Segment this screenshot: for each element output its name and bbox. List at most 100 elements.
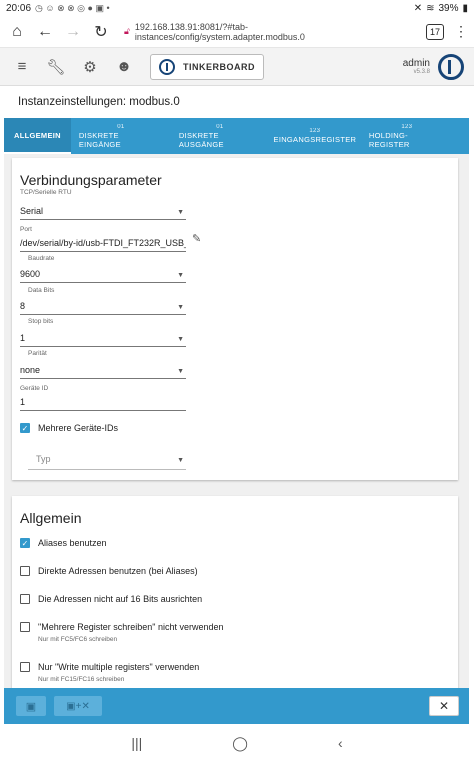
tab-type-icon: 01 [216,123,224,130]
app-header: ≡ 🔧︎ ⚙ ☻ TINKERBOARD admin v5.3.8 [0,48,474,86]
battery-icon: ▮ [462,2,468,14]
dropdown-arrow-icon: ▼ [177,336,184,343]
status-right: ✕ ≋ 39% ▮ [414,3,468,14]
typ-select[interactable]: Typ ▼ [28,454,186,470]
home-nav-icon[interactable]: ◯ [232,735,248,752]
only-multi-write-checkbox-row[interactable]: Nur "Write multiple registers" verwenden [20,662,199,672]
dropdown-arrow-icon: ▼ [177,304,184,311]
parity-value: none [20,365,41,375]
gear-icon[interactable]: ⚙ [78,55,102,79]
edit-pencil-icon[interactable]: ✎ [192,232,201,245]
settings-content: Verbindungsparameter TCP/Serielle RTU Se… [4,154,469,696]
tab-label: ALLGEMEIN [14,130,61,140]
connection-card: Verbindungsparameter TCP/Serielle RTU Se… [12,158,458,480]
tab-discrete-inputs[interactable]: 01 DISKRETE EINGÄNGE [71,118,171,154]
stopbits-select[interactable]: 1 ▼ [20,333,186,347]
tab-input-registers[interactable]: 123 EINGANGSREGISTER [269,118,361,154]
hamburger-menu-icon[interactable]: ≡ [10,55,34,79]
type-select[interactable]: Serial ▼ [20,206,186,220]
parity-select[interactable]: none ▼ [20,365,186,379]
deviceid-input[interactable]: 1 [20,397,186,411]
tab-count-button[interactable]: 17 [426,23,444,40]
mute-icon: ✕ [413,2,423,14]
only-multi-write-checkbox[interactable] [20,662,30,672]
app-version: v5.3.8 [413,69,430,75]
parity-label: Parität [28,350,47,357]
url-bar[interactable]: 🔓︎ 192.168.138.91:8081/?#tab-instances/c… [124,20,410,44]
baud-label: Baudrate [28,255,55,262]
system-nav-bar: ||| ◯ ‹ [0,728,474,758]
page-title: Instanzeinstellungen: modbus.0 [18,96,180,108]
only-multi-write-label: Nur "Write multiple registers" verwenden [38,662,200,672]
multi-ids-checkbox-row[interactable]: ✓ Mehrere Geräte-IDs [20,423,118,433]
no-multi-write-label: "Mehrere Register schreiben" nicht verwe… [38,622,224,632]
tab-label: EINGANGSREGISTER [273,135,357,144]
stopbits-value: 1 [20,333,26,343]
url-text: 192.168.138.91:8081/?#tab-instances/conf… [134,21,305,42]
save-icon: ▣ [25,700,37,713]
dropdown-arrow-icon: ▼ [177,209,184,216]
recent-apps-icon[interactable]: ||| [131,735,142,751]
browser-toolbar: ⌂ ← → ↻ 🔓︎ 192.168.138.91:8081/?#tab-ins… [0,16,474,48]
save-close-button[interactable]: ▣+✕ [54,696,102,716]
back-nav-icon[interactable]: ‹ [338,735,343,751]
close-icon: ✕ [438,699,450,713]
back-icon[interactable]: ← [34,21,56,43]
direct-addr-checkbox-row[interactable]: Direkte Adressen benutzen (bei Aliases) [20,566,198,576]
no-align-checkbox[interactable] [20,594,30,604]
tab-bar: ALLGEMEIN 01 DISKRETE EINGÄNGE 01 DISKRE… [4,118,469,154]
deviceid-value: 1 [20,397,26,407]
bottom-toolbar: ▣ ▣+✕ ✕ [4,688,469,724]
no-multi-write-checkbox-row[interactable]: "Mehrere Register schreiben" nicht verwe… [20,622,223,632]
tab-holding-registers[interactable]: 123 HOLDING-REGISTER [361,118,453,154]
stopbits-label: Stop bits [28,318,54,325]
dropdown-arrow-icon: ▼ [177,272,184,279]
general-card: Allgemein ✓ Aliases benutzen Direkte Adr… [12,496,458,696]
no-multi-write-checkbox[interactable] [20,622,30,632]
status-bar: 20:06 ◷ ☺ ⊗ ⊗ ◎ ● ▣ • ✕ ≋ 39% ▮ [0,0,474,16]
wrench-icon[interactable]: 🔧︎ [44,55,68,79]
iobroker-logo-icon [159,58,175,75]
menu-dots-icon[interactable]: ⋮ [454,23,468,40]
status-time: 20:06 [6,2,32,14]
databits-value: 8 [20,301,26,311]
baud-value: 9600 [20,269,41,279]
databits-select[interactable]: 8 ▼ [20,301,186,315]
typ-placeholder: Typ [36,454,51,464]
deviceid-label: Geräte ID [20,385,49,392]
connection-title: Verbindungsparameter [20,172,162,188]
tab-type-icon: 123 [309,128,321,134]
battery-level: 39% [438,2,459,14]
port-label: Port [20,226,32,233]
close-button[interactable]: ✕ [429,696,459,716]
aliases-checkbox-row[interactable]: ✓ Aliases benutzen [20,538,107,548]
user-name: admin [402,58,430,69]
save-button[interactable]: ▣ [16,696,46,716]
host-selector-button[interactable]: TINKERBOARD [150,53,264,80]
home-icon[interactable]: ⌂ [6,21,28,43]
host-name: TINKERBOARD [183,61,255,72]
tab-type-icon: 01 [117,123,125,130]
tab-discrete-outputs[interactable]: 01 DISKRETE AUSGÄNGE [171,118,269,154]
expert-mode-icon[interactable]: ☻ [112,55,136,79]
port-input[interactable]: /dev/serial/by-id/usb-FTDI_FT232R_USB_U [20,238,186,252]
insecure-lock-icon: 🔓︎ [124,26,130,36]
only-multi-write-hint: Nur mit FC15/FC16 schreiben [38,676,125,683]
forward-icon[interactable]: → [62,21,84,43]
no-align-label: Die Adressen nicht auf 16 Bits ausrichte… [38,594,203,604]
multi-ids-checkbox[interactable]: ✓ [20,423,30,433]
wifi-icon: ≋ [426,2,435,14]
reload-icon[interactable]: ↻ [90,21,112,43]
databits-label: Data Bits [28,287,55,294]
tab-allgemein[interactable]: ALLGEMEIN [4,118,71,154]
type-value: Serial [20,206,44,216]
tab-label: DISKRETE EINGÄNGE [78,130,121,149]
no-align-checkbox-row[interactable]: Die Adressen nicht auf 16 Bits ausrichte… [20,594,202,604]
aliases-label: Aliases benutzen [38,538,107,548]
direct-addr-checkbox[interactable] [20,566,30,576]
user-info[interactable]: admin v5.3.8 [403,58,430,75]
aliases-checkbox[interactable]: ✓ [20,538,30,548]
save-close-icon: ▣+✕ [66,700,90,712]
baud-select[interactable]: 9600 ▼ [20,269,186,283]
port-value: /dev/serial/by-id/usb-FTDI_FT232R_USB_U [20,238,186,248]
